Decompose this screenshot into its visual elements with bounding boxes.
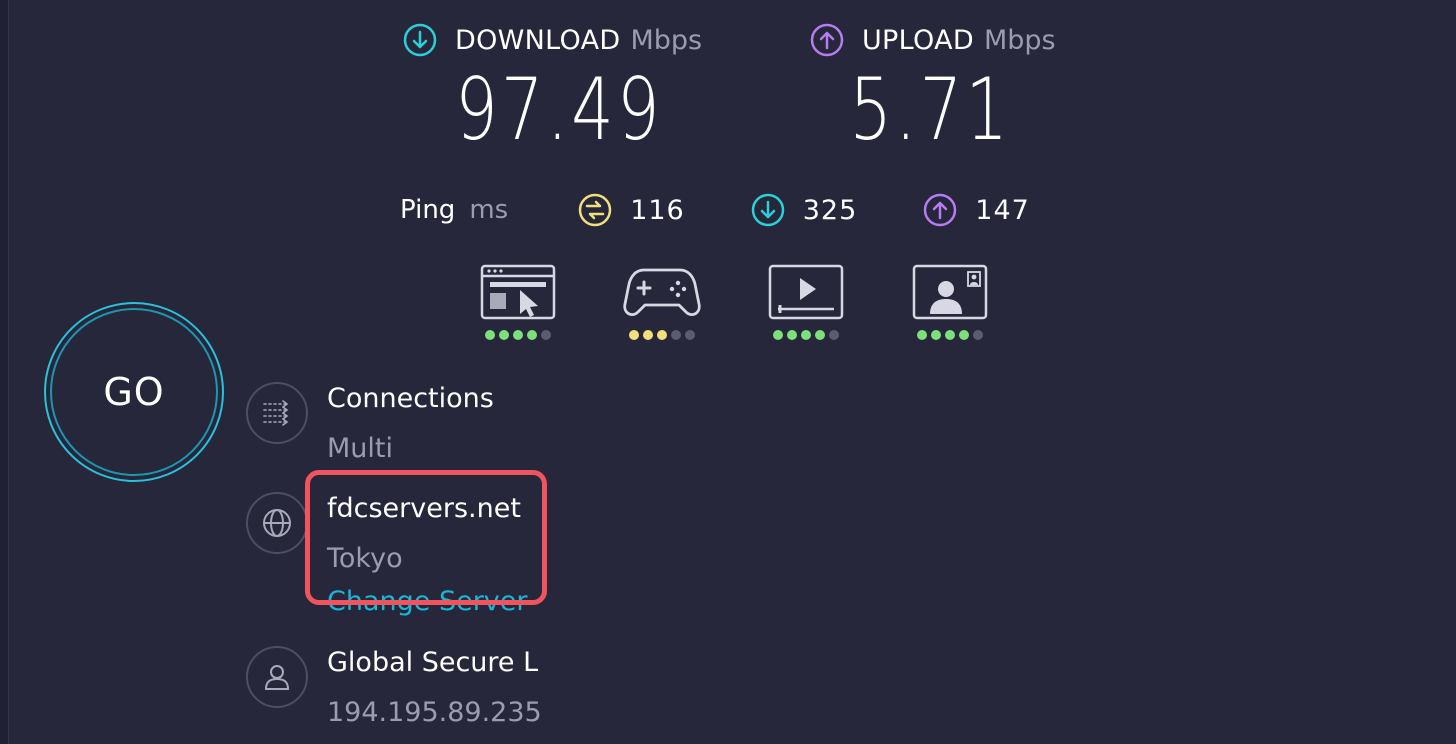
ping-row: Ping ms 116 325 147 <box>400 190 1030 230</box>
video-call-icon <box>912 264 988 320</box>
ping-upload: 147 <box>923 193 1030 227</box>
quality-dots <box>629 330 695 340</box>
quality-dot <box>945 330 955 340</box>
quality-dot <box>657 330 667 340</box>
video-player-icon <box>768 264 844 320</box>
download-value: 97.49 <box>455 60 663 160</box>
quality-dot <box>787 330 797 340</box>
quality-dot <box>959 330 969 340</box>
left-panel-edge <box>0 0 9 744</box>
connections-value[interactable]: Multi <box>327 433 393 464</box>
quality-video-chat <box>905 262 995 347</box>
quality-streaming <box>761 262 851 347</box>
browser-cursor-icon <box>480 264 556 320</box>
connections-icon[interactable] <box>246 382 308 444</box>
go-button-inner[interactable]: GO <box>50 308 218 476</box>
quality-dots <box>485 330 551 340</box>
quality-dot <box>513 330 523 340</box>
upload-header: UPLOAD Mbps <box>810 22 1056 58</box>
quality-dot <box>801 330 811 340</box>
arrow-up-circle-icon <box>924 193 957 227</box>
upload-label: UPLOAD <box>862 24 974 56</box>
quality-dots <box>773 330 839 340</box>
quality-dot <box>541 330 551 340</box>
connections-title: Connections <box>327 383 494 414</box>
quality-dot <box>671 330 681 340</box>
provider-name: Global Secure L <box>327 647 539 678</box>
upload-value: 5.71 <box>849 60 1012 160</box>
quality-dot <box>629 330 639 340</box>
download-header: DOWNLOAD Mbps <box>403 22 702 58</box>
quality-dots <box>917 330 983 340</box>
globe-icon <box>246 492 308 554</box>
user-icon <box>246 646 308 708</box>
quality-gaming <box>617 262 707 347</box>
quality-dot <box>485 330 495 340</box>
quality-dot <box>499 330 509 340</box>
arrow-up-circle-icon <box>810 23 844 57</box>
ping-download-value: 325 <box>802 194 858 226</box>
quality-dot <box>973 330 983 340</box>
latency-icon <box>578 193 612 227</box>
quality-dot <box>931 330 941 340</box>
download-unit: Mbps <box>630 24 703 56</box>
provider-ip: 194.195.89.235 <box>327 697 542 728</box>
quality-dot <box>917 330 927 340</box>
ping-label: Ping <box>400 195 456 225</box>
download-label: DOWNLOAD <box>455 24 621 56</box>
quality-dot <box>815 330 825 340</box>
ping-idle: 116 <box>578 193 685 227</box>
ping-upload-value: 147 <box>975 194 1030 226</box>
ping-idle-value: 116 <box>630 194 685 226</box>
quality-dot <box>773 330 783 340</box>
quality-dot <box>527 330 537 340</box>
quality-browsing <box>473 262 563 347</box>
highlight-box <box>305 470 547 605</box>
quality-dot <box>829 330 839 340</box>
quality-dot <box>643 330 653 340</box>
arrow-down-circle-icon <box>403 23 437 57</box>
quality-dot <box>685 330 695 340</box>
arrow-down-circle-icon <box>751 193 784 227</box>
ping-unit: ms <box>469 195 509 225</box>
go-button[interactable]: GO <box>44 302 224 482</box>
upload-unit: Mbps <box>983 24 1056 56</box>
go-label: GO <box>103 370 165 414</box>
ping-download: 325 <box>751 193 858 227</box>
gamepad-icon <box>623 268 701 316</box>
